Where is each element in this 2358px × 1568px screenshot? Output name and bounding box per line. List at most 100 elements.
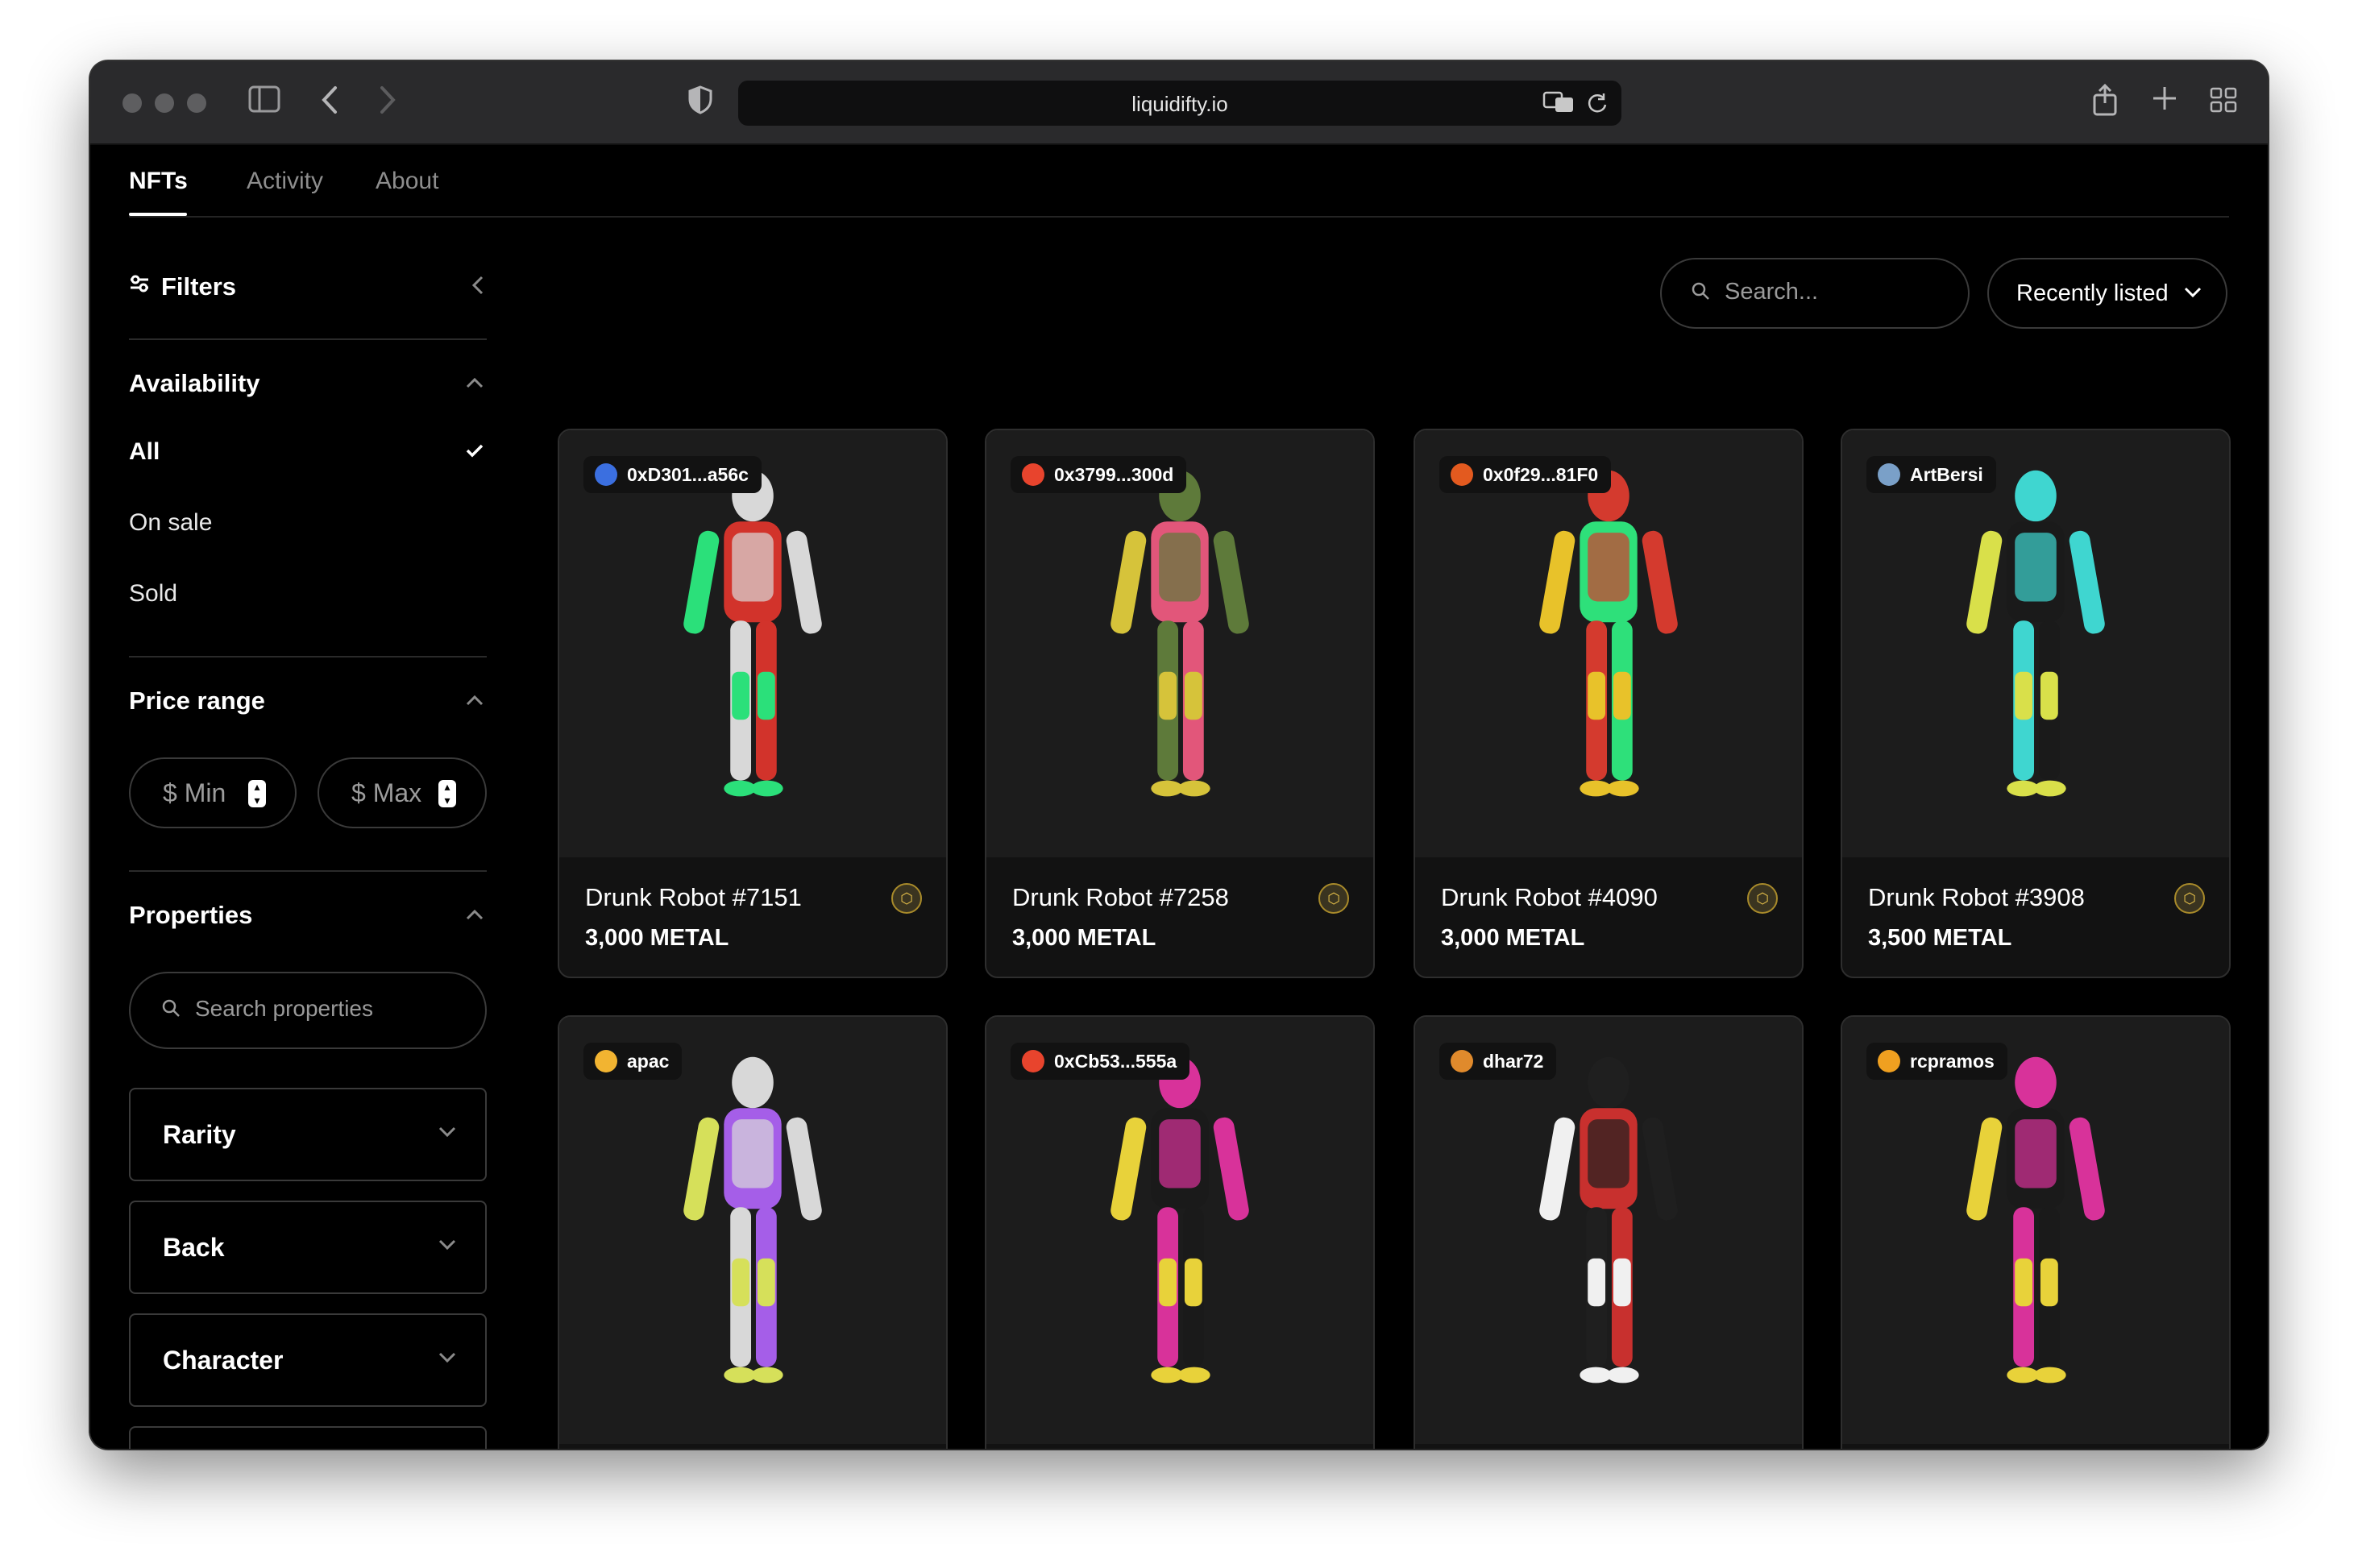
- tab-bar: NFTs Activity About: [129, 145, 2229, 218]
- forward-icon[interactable]: [379, 85, 396, 119]
- shield-icon[interactable]: [688, 85, 712, 119]
- back-icon[interactable]: [321, 85, 338, 119]
- robot-illustration-icon: [1966, 1056, 2105, 1383]
- nft-card[interactable]: 0x3799...300d Drunk Robot #7258 3,000 ME…: [985, 429, 1375, 978]
- property-group-label: Back: [163, 1233, 225, 1262]
- divider: [129, 338, 487, 340]
- chevron-up-icon[interactable]: [466, 367, 484, 395]
- nft-name[interactable]: Drunk Robot #7258: [1012, 883, 1229, 912]
- nft-name[interactable]: Drunk Robot #7151: [585, 883, 802, 912]
- nft-price: 3,000 METAL: [1441, 925, 1585, 951]
- chevron-down-icon: [2184, 277, 2202, 305]
- sort-label: Recently listed: [2016, 280, 2169, 306]
- sort-dropdown[interactable]: Recently listed: [1987, 258, 2227, 329]
- search-field[interactable]: [1660, 258, 1970, 329]
- nft-price: 3,500 METAL: [1868, 925, 2012, 951]
- owner-badge[interactable]: dhar72: [1439, 1043, 1557, 1080]
- chevron-up-icon[interactable]: [466, 899, 484, 927]
- sidebar-toggle-icon[interactable]: [248, 85, 280, 118]
- nft-image[interactable]: ArtBersi: [1842, 430, 2229, 857]
- owner-badge[interactable]: 0x0f29...81F0: [1439, 456, 1612, 493]
- price-max-label: $ Max: [351, 778, 422, 807]
- search-input[interactable]: [1725, 279, 1950, 305]
- minimize-window-button[interactable]: [155, 93, 174, 113]
- availability-option-on-sale[interactable]: On sale: [129, 509, 212, 537]
- price-range-title[interactable]: Price range: [129, 687, 265, 716]
- nft-card[interactable]: 0xD301...a56c Drunk Robot #7151 3,000 ME…: [558, 429, 948, 978]
- owner-badge[interactable]: 0x3799...300d: [1011, 456, 1187, 493]
- active-tab-indicator: [129, 213, 187, 216]
- nft-image[interactable]: 0xCb53...555a: [986, 1017, 1373, 1444]
- price-max-input[interactable]: $ Max ▴ ▾: [318, 757, 487, 828]
- price-min-input[interactable]: $ Min ▴ ▾: [129, 757, 297, 828]
- nft-image[interactable]: 0xD301...a56c: [559, 430, 946, 857]
- translate-icon[interactable]: [1542, 90, 1575, 118]
- zoom-window-button[interactable]: [187, 93, 206, 113]
- avatar: [1878, 463, 1900, 486]
- avatar: [1451, 1050, 1473, 1072]
- stepper-icon[interactable]: ▴ ▾: [248, 780, 266, 807]
- nft-image[interactable]: 0x0f29...81F0: [1415, 430, 1802, 857]
- share-icon[interactable]: [2092, 83, 2118, 121]
- availability-option-all[interactable]: All: [129, 438, 160, 466]
- address-bar[interactable]: liquidifty.io: [738, 81, 1621, 126]
- owner-name: 0x3799...300d: [1054, 464, 1174, 485]
- stepper-icon[interactable]: ▴ ▾: [438, 780, 456, 807]
- owner-badge[interactable]: 0xCb53...555a: [1011, 1043, 1190, 1080]
- close-window-button[interactable]: [122, 93, 142, 113]
- owner-name: ArtBersi: [1910, 464, 1983, 485]
- property-group-label: Rarity: [163, 1120, 236, 1149]
- browser-window: liquidifty.io NFTs Activity About Filter…: [90, 61, 2268, 1449]
- new-tab-icon[interactable]: [2152, 85, 2177, 116]
- divider: [129, 870, 487, 872]
- metal-token-icon: ⬡: [1318, 883, 1349, 914]
- nft-name[interactable]: Drunk Robot #4090: [1441, 883, 1658, 912]
- robot-illustration-icon: [683, 470, 822, 797]
- tab-nfts[interactable]: NFTs: [129, 168, 188, 195]
- nft-image[interactable]: dhar72: [1415, 1017, 1802, 1444]
- nft-card[interactable]: ArtBersi Drunk Robot #3908 3,500 METAL ⬡: [1841, 429, 2231, 978]
- url-text: liquidifty.io: [1131, 92, 1228, 116]
- owner-badge[interactable]: 0xD301...a56c: [583, 456, 762, 493]
- robot-illustration-icon: [1966, 470, 2105, 797]
- nft-image[interactable]: 0x3799...300d: [986, 430, 1373, 857]
- nft-name[interactable]: Drunk Robot #3908: [1868, 883, 2085, 912]
- owner-badge[interactable]: apac: [583, 1043, 683, 1080]
- filters-header[interactable]: Filters: [129, 269, 487, 301]
- search-icon: [1691, 280, 1710, 306]
- property-group-back[interactable]: Back: [129, 1201, 487, 1294]
- nft-card[interactable]: apac Drunk Robot #7990 ⬡: [558, 1015, 948, 1449]
- availability-title[interactable]: Availability: [129, 369, 260, 398]
- search-properties-input[interactable]: [195, 996, 461, 1022]
- tab-about[interactable]: About: [376, 168, 438, 195]
- nft-card[interactable]: 0x0f29...81F0 Drunk Robot #4090 3,000 ME…: [1414, 429, 1804, 978]
- tab-activity[interactable]: Activity: [247, 168, 323, 195]
- metal-token-icon: ⬡: [891, 883, 922, 914]
- chevron-up-icon[interactable]: [466, 685, 484, 712]
- search-properties-field[interactable]: [129, 972, 487, 1049]
- nft-image[interactable]: apac: [559, 1017, 946, 1444]
- availability-option-sold[interactable]: Sold: [129, 580, 177, 608]
- property-group-rarity[interactable]: Rarity: [129, 1088, 487, 1181]
- collapse-filters-icon[interactable]: [471, 269, 484, 302]
- robot-illustration-icon: [1111, 1056, 1249, 1383]
- tab-overview-icon[interactable]: [2210, 87, 2237, 118]
- avatar: [595, 463, 617, 486]
- page-content: NFTs Activity About Filters Availability…: [90, 145, 2268, 1449]
- property-group-character[interactable]: Character: [129, 1313, 487, 1407]
- filters-sidebar: Filters Availability All On sale Sold Pr…: [129, 218, 487, 1449]
- nft-card[interactable]: dhar72 Drunk Robot #5690 ⬡: [1414, 1015, 1804, 1449]
- owner-name: 0x0f29...81F0: [1483, 464, 1599, 485]
- owner-badge[interactable]: ArtBersi: [1866, 456, 1996, 493]
- properties-title[interactable]: Properties: [129, 901, 252, 930]
- nft-image[interactable]: rcpramos: [1842, 1017, 2229, 1444]
- property-group-next[interactable]: [129, 1426, 487, 1449]
- nft-card[interactable]: 0xCb53...555a Drunk Robot #1999 ⬡: [985, 1015, 1375, 1449]
- reload-icon[interactable]: [1586, 92, 1609, 118]
- nft-card[interactable]: rcpramos Drunk Robot #1234 ⬡: [1841, 1015, 2231, 1449]
- owner-badge[interactable]: rcpramos: [1866, 1043, 2007, 1080]
- nft-price: 3,000 METAL: [1012, 925, 1156, 951]
- avatar: [1878, 1050, 1900, 1072]
- browser-toolbar: liquidifty.io: [90, 61, 2268, 145]
- robot-illustration-icon: [1111, 470, 1249, 797]
